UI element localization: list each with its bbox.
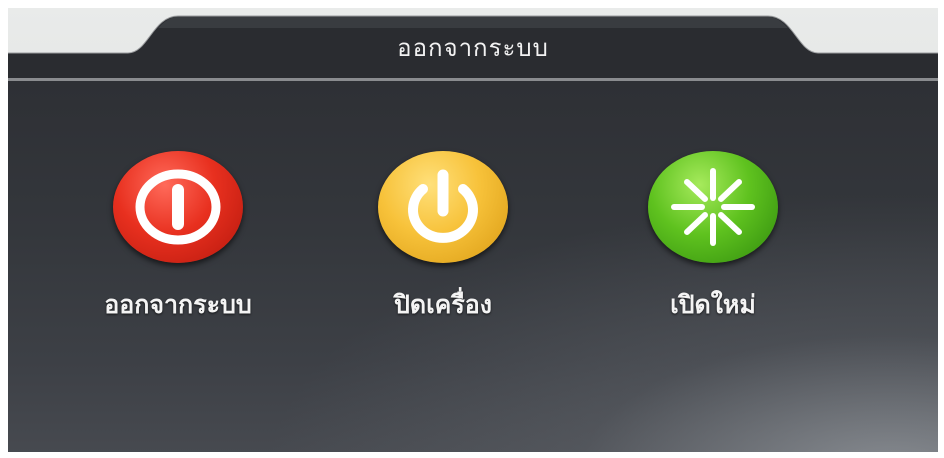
option-restart[interactable]: เปิดใหม่ xyxy=(583,151,843,325)
logout-button[interactable] xyxy=(113,151,243,263)
restart-label: เปิดใหม่ xyxy=(670,290,756,319)
screen: ออกจากระบบ ออกจากระบบ ปิดเครื่อง เปิดใหม… xyxy=(8,8,938,452)
option-logout[interactable]: ออกจากระบบ xyxy=(48,151,308,325)
dialog-panel: ออกจากระบบ ปิดเครื่อง เปิดใหม่ xyxy=(8,78,938,452)
logout-label: ออกจากระบบ xyxy=(104,290,252,319)
shutdown-button[interactable] xyxy=(378,151,508,263)
title-bar: ออกจากระบบ xyxy=(8,8,938,78)
dialog-title: ออกจากระบบ xyxy=(397,34,549,62)
restart-button[interactable] xyxy=(648,151,778,263)
shutdown-label: ปิดเครื่อง xyxy=(393,290,493,319)
option-shutdown[interactable]: ปิดเครื่อง xyxy=(313,151,573,325)
